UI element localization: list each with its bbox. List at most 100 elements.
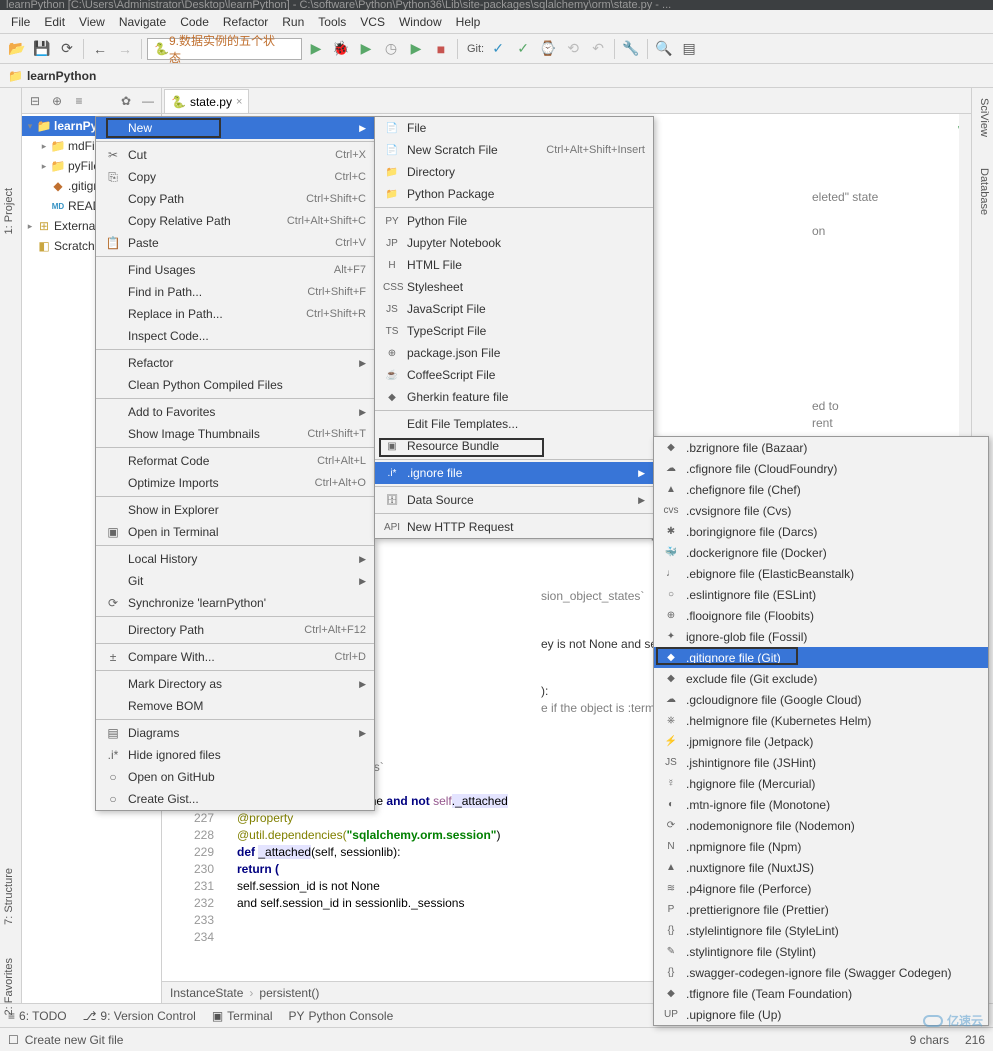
ctx-show-image-thumbnails[interactable]: Show Image ThumbnailsCtrl+Shift+T — [96, 423, 374, 445]
run-coverage-icon[interactable]: ▶ — [355, 38, 377, 60]
ignore--flooignore-file-floobits-[interactable]: ⊕.flooignore file (Floobits) — [654, 605, 988, 626]
ctx-copy[interactable]: ⎘CopyCtrl+C — [96, 166, 374, 188]
git-revert-icon[interactable]: ↶ — [587, 38, 609, 60]
gear-icon[interactable]: ✿ — [117, 92, 135, 110]
ignore--ebignore-file-elasticbeanstalk-[interactable]: ♩.ebignore file (ElasticBeanstalk) — [654, 563, 988, 584]
tab-favorites[interactable]: 2: Favorites — [3, 958, 15, 1015]
ignore--prettierignore-file-prettier-[interactable]: P.prettierignore file (Prettier) — [654, 899, 988, 920]
settings-icon[interactable]: 🔧 — [620, 38, 642, 60]
new-gherkin-feature-file[interactable]: ◆Gherkin feature file — [375, 386, 653, 408]
git-update-icon[interactable]: ✓ — [487, 38, 509, 60]
tab-structure[interactable]: 7: Structure — [3, 868, 15, 925]
ignore-exclude-file-git-exclude-[interactable]: ◆exclude file (Git exclude) — [654, 668, 988, 689]
editor-tab[interactable]: 🐍 state.py × — [164, 89, 249, 113]
new-resource-bundle[interactable]: ▣Resource Bundle — [375, 435, 653, 457]
tab-database[interactable]: Database — [978, 168, 990, 215]
ctx-git[interactable]: Git▶ — [96, 570, 374, 592]
tab-pyconsole[interactable]: PYPython Console — [289, 1009, 394, 1023]
breadcrumb-project[interactable]: learnPython — [27, 69, 96, 83]
tab-vcs[interactable]: ⎇9: Version Control — [83, 1009, 196, 1023]
tab-project[interactable]: 1: Project — [3, 188, 15, 234]
ctx-remove-bom[interactable]: Remove BOM — [96, 695, 374, 717]
ctx-reformat-code[interactable]: Reformat CodeCtrl+Alt+L — [96, 450, 374, 472]
ignore--eslintignore-file-eslint-[interactable]: ○.eslintignore file (ESLint) — [654, 584, 988, 605]
new-edit-file-templates-[interactable]: Edit File Templates... — [375, 413, 653, 435]
ignore--nuxtignore-file-nuxtjs-[interactable]: ▲.nuxtignore file (NuxtJS) — [654, 857, 988, 878]
ignore--p4ignore-file-perforce-[interactable]: ≋.p4ignore file (Perforce) — [654, 878, 988, 899]
ctx-paste[interactable]: 📋PasteCtrl+V — [96, 232, 374, 254]
new-html-file[interactable]: HHTML File — [375, 254, 653, 276]
search-icon[interactable]: 🔍 — [653, 38, 675, 60]
ignore--chefignore-file-chef-[interactable]: ▲.chefignore file (Chef) — [654, 479, 988, 500]
new-python-package[interactable]: 📁Python Package — [375, 183, 653, 205]
ctx-synchronize-learnpython-[interactable]: ⟳Synchronize 'learnPython' — [96, 592, 374, 614]
run-cell-icon[interactable]: ▶ — [405, 38, 427, 60]
target-icon[interactable]: ⊕ — [48, 92, 66, 110]
tab-todo[interactable]: ≡6: TODO — [8, 1009, 67, 1023]
ignore--cfignore-file-cloudfoundry-[interactable]: ☁.cfignore file (CloudFoundry) — [654, 458, 988, 479]
new-file[interactable]: 📄File — [375, 117, 653, 139]
new-typescript-file[interactable]: TSTypeScript File — [375, 320, 653, 342]
tab-terminal[interactable]: ▣Terminal — [212, 1009, 273, 1023]
run-config-combo[interactable]: 🐍 9.数据实例的五个状态 — [147, 38, 302, 60]
run-icon[interactable]: ▶ — [305, 38, 327, 60]
menu-refactor[interactable]: Refactor — [216, 12, 275, 32]
ctx-replace-in-path-[interactable]: Replace in Path...Ctrl+Shift+R — [96, 303, 374, 325]
ignore--nodemonignore-file-nodemon-[interactable]: ⟳.nodemonignore file (Nodemon) — [654, 815, 988, 836]
menu-navigate[interactable]: Navigate — [112, 12, 173, 32]
ctx-open-on-github[interactable]: ○Open on GitHub — [96, 766, 374, 788]
new-coffeescript-file[interactable]: ☕CoffeeScript File — [375, 364, 653, 386]
ctx-diagrams[interactable]: ▤Diagrams▶ — [96, 722, 374, 744]
ctx-copy-path[interactable]: Copy PathCtrl+Shift+C — [96, 188, 374, 210]
new-directory[interactable]: 📁Directory — [375, 161, 653, 183]
ignore--jshintignore-file-jshint-[interactable]: JS.jshintignore file (JSHint) — [654, 752, 988, 773]
ctx-find-usages[interactable]: Find UsagesAlt+F7 — [96, 259, 374, 281]
crumb-class[interactable]: InstanceState — [170, 986, 243, 1000]
ctx-compare-with-[interactable]: ±Compare With...Ctrl+D — [96, 646, 374, 668]
ignore--gcloudignore-file-google-cloud-[interactable]: ☁.gcloudignore file (Google Cloud) — [654, 689, 988, 710]
ignore--swagger-codegen-ignore-file-swagger-codegen-[interactable]: {}.swagger-codegen-ignore file (Swagger … — [654, 962, 988, 983]
menu-tools[interactable]: Tools — [311, 12, 353, 32]
new-javascript-file[interactable]: JSJavaScript File — [375, 298, 653, 320]
ctx-copy-relative-path[interactable]: Copy Relative PathCtrl+Alt+Shift+C — [96, 210, 374, 232]
ctx-clean-python-compiled-files[interactable]: Clean Python Compiled Files — [96, 374, 374, 396]
git-compare-icon[interactable]: ⌚ — [537, 38, 559, 60]
ignore--bzrignore-file-bazaar-[interactable]: ◆.bzrignore file (Bazaar) — [654, 437, 988, 458]
ctx-show-in-explorer[interactable]: Show in Explorer — [96, 499, 374, 521]
ctx-find-in-path-[interactable]: Find in Path...Ctrl+Shift+F — [96, 281, 374, 303]
ctx-mark-directory-as[interactable]: Mark Directory as▶ — [96, 673, 374, 695]
save-icon[interactable]: 💾 — [31, 38, 53, 60]
ignore-ignore-glob-file-fossil-[interactable]: ✦ignore-glob file (Fossil) — [654, 626, 988, 647]
new--ignore-file[interactable]: .i*.ignore file▶ — [375, 462, 653, 484]
close-icon[interactable]: × — [236, 96, 242, 108]
ignore--cvsignore-file-cvs-[interactable]: cvs.cvsignore file (Cvs) — [654, 500, 988, 521]
collapse-icon[interactable]: ⊟ — [26, 92, 44, 110]
ignore--boringignore-file-darcs-[interactable]: ✱.boringignore file (Darcs) — [654, 521, 988, 542]
expand-icon[interactable]: ≡ — [70, 92, 88, 110]
new-data-source[interactable]: 🗄Data Source▶ — [375, 489, 653, 511]
git-commit-icon[interactable]: ✓ — [512, 38, 534, 60]
menu-run[interactable]: Run — [275, 12, 311, 32]
ctx-cut[interactable]: ✂CutCtrl+X — [96, 144, 374, 166]
forward-icon[interactable]: → — [114, 38, 136, 60]
ignore--mtn-ignore-file-monotone-[interactable]: ◐.mtn-ignore file (Monotone) — [654, 794, 988, 815]
new-new-scratch-file[interactable]: 📄New Scratch FileCtrl+Alt+Shift+Insert — [375, 139, 653, 161]
menu-vcs[interactable]: VCS — [353, 12, 392, 32]
open-icon[interactable]: 📂 — [6, 38, 28, 60]
menu-window[interactable]: Window — [392, 12, 449, 32]
ctx-open-in-terminal[interactable]: ▣Open in Terminal — [96, 521, 374, 543]
profile-icon[interactable]: ◷ — [380, 38, 402, 60]
stop-icon[interactable]: ■ — [430, 38, 452, 60]
menu-code[interactable]: Code — [173, 12, 216, 32]
ctx-create-gist-[interactable]: ○Create Gist... — [96, 788, 374, 810]
new-package-json-file[interactable]: ⊕package.json File — [375, 342, 653, 364]
menu-edit[interactable]: Edit — [37, 12, 72, 32]
ctx-optimize-imports[interactable]: Optimize ImportsCtrl+Alt+O — [96, 472, 374, 494]
ctx-hide-ignored-files[interactable]: .i*Hide ignored files — [96, 744, 374, 766]
new-stylesheet[interactable]: CSSStylesheet — [375, 276, 653, 298]
ctx-local-history[interactable]: Local History▶ — [96, 548, 374, 570]
ctx-inspect-code-[interactable]: Inspect Code... — [96, 325, 374, 347]
ctx-refactor[interactable]: Refactor▶ — [96, 352, 374, 374]
new-jupyter-notebook[interactable]: JPJupyter Notebook — [375, 232, 653, 254]
menu-help[interactable]: Help — [449, 12, 488, 32]
